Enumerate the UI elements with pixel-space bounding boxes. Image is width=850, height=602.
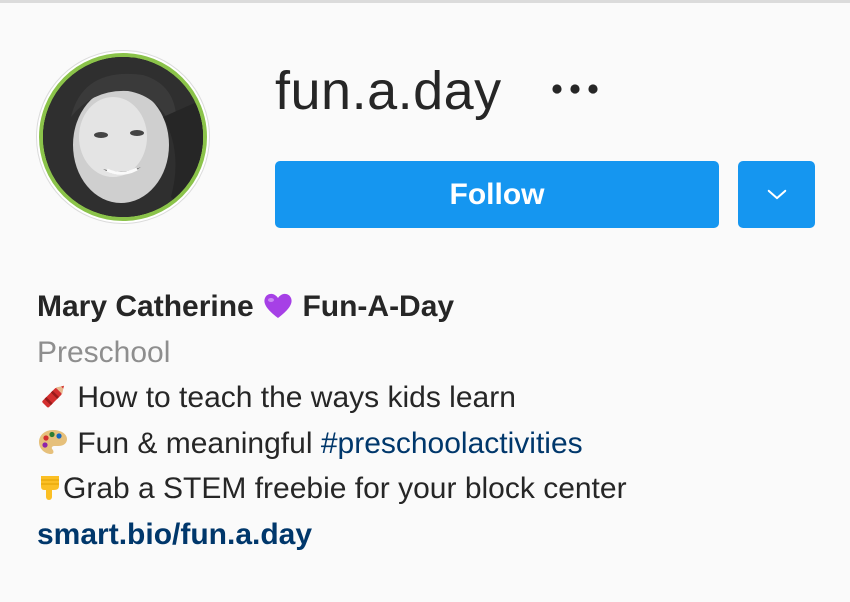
full-name-first: Mary Catherine [37, 290, 254, 323]
bio-line-3: Grab a STEM freebie for your block cente… [37, 466, 627, 512]
full-name-second: Fun-A-Day [302, 290, 455, 323]
avatar-photo [43, 57, 203, 217]
bio-line-2: Fun & meaningful #preschoolactivities [37, 421, 627, 467]
pointing-down-icon [37, 472, 63, 502]
bio-line-2-text: Fun & meaningful [77, 426, 313, 460]
profile-username: fun.a.day [275, 61, 502, 121]
hashtag-link[interactable]: #preschoolactivities [321, 427, 583, 460]
purple-heart-icon [262, 290, 294, 320]
suggested-accounts-dropdown-button[interactable] [738, 161, 815, 228]
profile-bio: Mary Catherine Fun-A-Day Preschool How t… [37, 284, 627, 557]
crayon-icon [37, 381, 69, 411]
chevron-down-icon [767, 189, 786, 200]
bio-line-3-text: Grab a STEM freebie for your block cente… [63, 472, 627, 505]
palette-icon [37, 427, 69, 457]
follow-button[interactable]: Follow [275, 161, 719, 228]
profile-full-name: Mary Catherine Fun-A-Day [37, 284, 627, 330]
bio-line-1-text: How to teach the ways kids learn [77, 381, 516, 414]
top-divider [0, 0, 850, 3]
bio-line-1: How to teach the ways kids learn [37, 375, 627, 421]
avatar[interactable] [39, 53, 207, 221]
bio-website-link[interactable]: smart.bio/fun.a.day [37, 518, 312, 551]
more-horizontal-icon[interactable] [548, 76, 602, 102]
bio-link-line: smart.bio/fun.a.day [37, 512, 627, 558]
profile-category: Preschool [37, 335, 171, 369]
